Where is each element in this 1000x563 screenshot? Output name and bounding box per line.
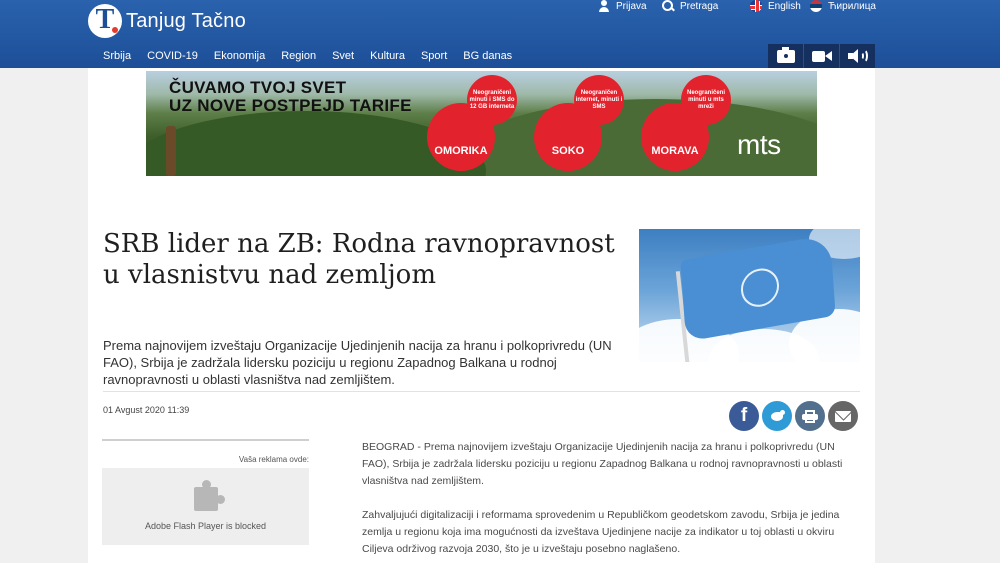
mts-logo: mts — [737, 129, 781, 160]
site-logo[interactable]: T Tanjug Tačno — [88, 4, 246, 38]
logo-dot — [112, 27, 118, 33]
media-buttons — [767, 44, 875, 68]
nav-item-region[interactable]: Region — [273, 44, 324, 68]
cyrillic-language-link[interactable]: Ћирилица — [810, 0, 876, 13]
search-link[interactable]: Pretraga — [662, 0, 718, 13]
flash-ad-placeholder[interactable]: Adobe Flash Player is blocked — [102, 468, 309, 545]
print-button[interactable] — [795, 401, 825, 431]
banner-ad[interactable]: ČUVAMO TVOJ SVET UZ NOVE POSTPEJD TARIFE… — [146, 71, 817, 176]
share-facebook-button[interactable]: f — [729, 401, 759, 431]
offer-morava-details: Neograničeni minuti u mts mreži — [681, 75, 731, 125]
ad-slot-label: Vaša reklama ovde: — [238, 455, 309, 464]
tree-trunk — [166, 126, 176, 176]
serbia-flag-icon — [810, 0, 822, 12]
video-button[interactable] — [804, 44, 839, 68]
envelope-icon — [835, 410, 851, 422]
site-header: T Tanjug Tačno Prijava Pretraga English … — [0, 0, 1000, 68]
banner-headline: ČUVAMO TVOJ SVET UZ NOVE POSTPEJD TARIFE — [169, 78, 412, 115]
facebook-icon: f — [740, 405, 748, 426]
nav-item-sport[interactable]: Sport — [413, 44, 455, 68]
share-twitter-button[interactable] — [762, 401, 792, 431]
photo-gallery-button[interactable] — [768, 44, 803, 68]
camera-icon — [776, 46, 795, 63]
offer-soko-details: Neograničen internet, minuti i SMS — [574, 75, 624, 125]
nav-item-ekonomija[interactable]: Ekonomija — [206, 44, 273, 68]
search-icon — [662, 0, 674, 12]
nav-item-svet[interactable]: Svet — [324, 44, 362, 68]
nav-item-kultura[interactable]: Kultura — [362, 44, 413, 68]
logo-mark: T — [88, 4, 122, 38]
article-lead: Prema najnovijem izveštaju Organizacije … — [103, 338, 612, 387]
speaker-icon — [847, 49, 868, 63]
main-nav: Srbija COVID-19 Ekonomija Region Svet Ku… — [88, 44, 875, 68]
twitter-icon — [769, 410, 785, 422]
flash-blocked-message: Adobe Flash Player is blocked — [144, 520, 267, 531]
article-hero-image[interactable] — [639, 229, 860, 362]
audio-button[interactable] — [840, 44, 875, 68]
nav-item-bg-danas[interactable]: BG danas — [455, 44, 520, 68]
english-language-link[interactable]: English — [750, 0, 801, 13]
divider — [103, 391, 860, 392]
user-icon — [598, 0, 610, 12]
article-paragraph: Zahvaljujući digitalizaciji i reformama … — [362, 509, 840, 555]
plugin-puzzle-icon — [193, 479, 225, 511]
email-button[interactable] — [828, 401, 858, 431]
nav-item-covid-19[interactable]: COVID-19 — [139, 44, 206, 68]
article-body: BEOGRAD - Prema najnovijem izveštaju Org… — [362, 439, 860, 563]
logo-text: Tanjug Tačno — [126, 9, 246, 32]
ad-divider — [102, 439, 309, 441]
article-paragraph: BEOGRAD - Prema najnovijem izveštaju Org… — [362, 441, 843, 487]
article-date: 01 Avgust 2020 11:39 — [103, 405, 190, 415]
printer-icon — [802, 409, 818, 423]
offer-omorika-details: Neograničeni minuti i SMS do 12 GB inter… — [467, 75, 517, 125]
nav-item-srbija[interactable]: Srbija — [88, 44, 139, 68]
uk-flag-icon — [750, 0, 762, 12]
login-link[interactable]: Prijava — [598, 0, 647, 13]
article-title: SRB lider na ZB: Rodna ravnopravnost u v… — [103, 229, 615, 290]
video-camera-icon — [811, 50, 832, 63]
